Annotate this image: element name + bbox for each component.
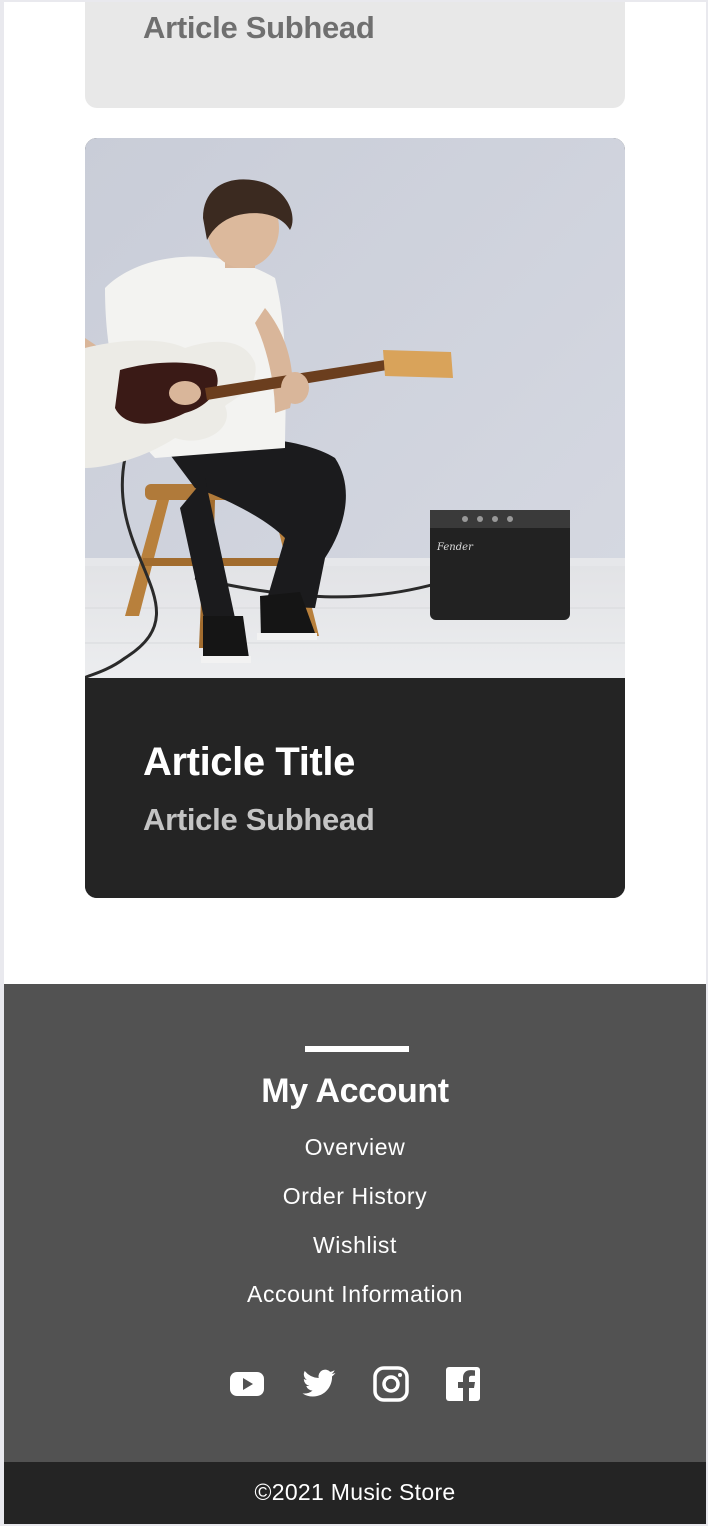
article-image: Fender — [85, 138, 625, 678]
guitarist-photo: Fender — [85, 138, 625, 678]
social-links — [4, 1366, 706, 1402]
article-subhead: Article Subhead — [143, 10, 375, 45]
footer-divider-bar — [305, 1046, 409, 1052]
article-title[interactable]: Article Title — [143, 740, 355, 785]
footer-link-order-history[interactable]: Order History — [283, 1183, 428, 1209]
copyright-bar: ©2021 Music Store — [4, 1462, 706, 1524]
footer-link-item: Overview — [4, 1132, 706, 1181]
site-footer: My Account Overview Order History Wishli… — [4, 984, 706, 1462]
article-subhead: Article Subhead — [143, 802, 375, 837]
svg-text:Fender: Fender — [436, 542, 474, 553]
page-viewport: Article Subhead Fender Article Title Art… — [4, 2, 706, 1524]
article-card-body: Article Title Article Subhead — [85, 678, 625, 898]
article-card[interactable]: Fender Article Title Article Subhead — [85, 138, 625, 898]
footer-link-item: Account Information — [4, 1279, 706, 1328]
footer-links: Overview Order History Wishlist Account … — [4, 1132, 706, 1328]
article-card-previous[interactable]: Article Subhead — [85, 2, 625, 108]
footer-link-account-information[interactable]: Account Information — [247, 1281, 463, 1307]
facebook-icon[interactable] — [445, 1366, 481, 1402]
instagram-icon[interactable] — [373, 1366, 409, 1402]
twitter-icon[interactable] — [301, 1366, 337, 1402]
youtube-icon[interactable] — [229, 1366, 265, 1402]
footer-link-item: Wishlist — [4, 1230, 706, 1279]
footer-link-item: Order History — [4, 1181, 706, 1230]
footer-link-wishlist[interactable]: Wishlist — [313, 1232, 397, 1258]
footer-heading: My Account — [261, 1072, 449, 1110]
footer-link-overview[interactable]: Overview — [305, 1134, 406, 1160]
